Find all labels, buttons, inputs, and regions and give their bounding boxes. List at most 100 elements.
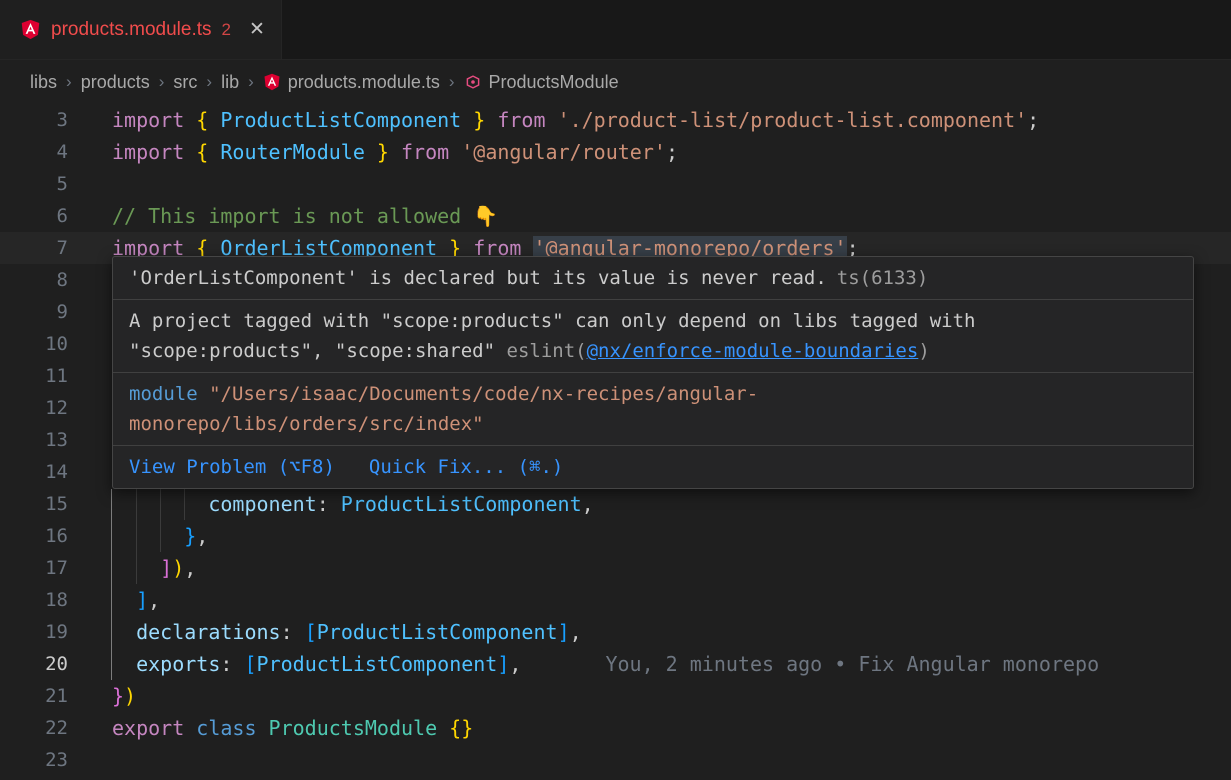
breadcrumb-item-src[interactable]: src [173, 72, 197, 93]
code-line-4[interactable]: 4import { RouterModule } from '@angular/… [0, 136, 1231, 168]
line-number: 12 [0, 392, 68, 424]
line-number: 17 [0, 552, 68, 584]
code-token: // This import is not allowed [112, 204, 473, 228]
code-line-20[interactable]: 20 exports: [ProductListComponent],You, … [0, 648, 1231, 680]
line-number: 9 [0, 296, 68, 328]
code-token: ] [497, 652, 509, 676]
breadcrumb-item-products[interactable]: products [81, 72, 150, 93]
line-content: declarations: [ProductListComponent], [112, 616, 1231, 648]
code-token: : [281, 620, 305, 644]
ts-error-code: ts(6133) [837, 267, 929, 289]
code-token: : [220, 652, 244, 676]
code-token: } [461, 108, 497, 132]
line-number: 3 [0, 104, 68, 136]
code-line-3[interactable]: 3 import { ProductListComponent } from '.… [0, 104, 1231, 136]
indent-guide [136, 488, 137, 520]
code-line-22[interactable]: 22 export class ProductsModule {} [0, 712, 1231, 744]
breadcrumb-file-label: products.module.ts [288, 72, 440, 93]
code-editor[interactable]: 3 import { ProductListComponent } from '.… [0, 104, 1231, 780]
breadcrumb-item-file[interactable]: products.module.ts [263, 72, 440, 93]
line-content [112, 744, 1231, 776]
code-line-5[interactable]: 5 [0, 168, 1231, 200]
code-token: } [184, 524, 196, 548]
indent-guide [184, 488, 185, 520]
line-number: 18 [0, 584, 68, 616]
code-token: ; [666, 140, 678, 164]
quick-fix-action[interactable]: Quick Fix... (⌘.) [369, 452, 563, 482]
breadcrumb-item-lib[interactable]: lib [221, 72, 239, 93]
chevron-right-icon: › [66, 72, 72, 92]
code-token: ; [1027, 108, 1039, 132]
breadcrumb: libs › products › src › lib › products.m… [0, 60, 1231, 104]
code-line-17[interactable]: 17 ]), [0, 552, 1231, 584]
angular-icon [263, 73, 281, 91]
line-content: export class ProductsModule {} [112, 712, 1231, 744]
line-number: 23 [0, 744, 68, 776]
code-token: [ [244, 652, 256, 676]
code-token: './product-list/product-list.component' [558, 108, 1028, 132]
tab-products-module[interactable]: products.module.ts 2 ✕ [0, 0, 282, 59]
code-token: RouterModule [220, 140, 365, 164]
hover-message-eslint: A project tagged with "scope:products" c… [113, 300, 1193, 373]
chevron-right-icon: › [449, 72, 455, 92]
code-token: import [112, 108, 196, 132]
indent-guide [136, 520, 137, 552]
hover-message-unused: 'OrderListComponent' is declared but its… [113, 257, 1193, 300]
code-token [112, 620, 136, 644]
indent-guide [160, 488, 161, 520]
line-content: component: ProductListComponent, [112, 488, 1231, 520]
view-problem-action[interactable]: View Problem (⌥F8) [129, 452, 335, 482]
line-content: // This import is not allowed 👇 [112, 200, 1231, 232]
code-line-19[interactable]: 19 declarations: [ProductListComponent], [0, 616, 1231, 648]
close-icon[interactable]: ✕ [249, 18, 265, 41]
angular-icon [20, 19, 41, 40]
code-line-21[interactable]: 21}) [0, 680, 1231, 712]
code-token: from [497, 108, 557, 132]
code-token: ProductListComponent [317, 620, 558, 644]
line-content [112, 168, 1231, 200]
indent-guide [160, 520, 161, 552]
code-token: exports [136, 652, 220, 676]
code-token: , [582, 492, 594, 516]
module-path-string: "/Users/isaac/Documents/code/nx-recipes/… [129, 383, 758, 435]
code-line-15[interactable]: 15 component: ProductListComponent, [0, 488, 1231, 520]
code-token: ] [558, 620, 570, 644]
active-indent-guide [111, 489, 112, 680]
breadcrumb-item-symbol[interactable]: ProductsModule [464, 72, 619, 93]
line-number: 10 [0, 328, 68, 360]
line-content: import { RouterModule } from '@angular/r… [112, 136, 1231, 168]
line-number: 13 [0, 424, 68, 456]
code-token: '@angular/router' [461, 140, 666, 164]
line-number: 20 [0, 648, 68, 680]
code-token: { [196, 108, 220, 132]
code-token: [ [305, 620, 317, 644]
code-token: , [148, 588, 160, 612]
indent-guide [136, 552, 137, 584]
code-line-6[interactable]: 6// This import is not allowed 👇 [0, 200, 1231, 232]
line-number: 8 [0, 264, 68, 296]
hover-popup: 'OrderListComponent' is declared but its… [112, 256, 1194, 489]
line-number: 22 [0, 712, 68, 744]
code-token: , [509, 652, 521, 676]
breadcrumb-item-libs[interactable]: libs [30, 72, 57, 93]
eslint-rule-link[interactable]: @nx/enforce-module-boundaries [587, 340, 919, 362]
line-number: 5 [0, 168, 68, 200]
line-content: ], [112, 584, 1231, 616]
code-line-18[interactable]: 18 ], [0, 584, 1231, 616]
line-number: 21 [0, 680, 68, 712]
code-token [112, 588, 136, 612]
line-content: }, [112, 520, 1231, 552]
code-token: { [196, 140, 220, 164]
line-number: 11 [0, 360, 68, 392]
code-token: ] [136, 588, 148, 612]
code-token: ProductListComponent [341, 492, 582, 516]
code-token: component [208, 492, 316, 516]
chevron-right-icon: › [248, 72, 254, 92]
code-token: } [365, 140, 401, 164]
code-line-16[interactable]: 16 }, [0, 520, 1231, 552]
chevron-right-icon: › [159, 72, 165, 92]
code-line-23[interactable]: 23 [0, 744, 1231, 776]
symbol-class-icon [464, 73, 482, 91]
code-token: ProductListComponent [220, 108, 461, 132]
hover-module-path: module "/Users/isaac/Documents/code/nx-r… [113, 373, 1193, 446]
